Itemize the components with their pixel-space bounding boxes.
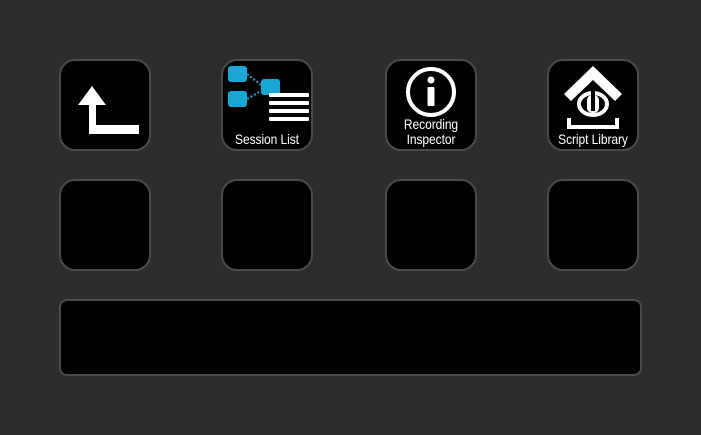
empty-key-2[interactable]: [221, 179, 313, 271]
session-list-label: Session List: [235, 131, 299, 147]
touch-strip[interactable]: [59, 299, 642, 376]
stream-deck-panel: Session List Recording Inspector Script …: [0, 0, 701, 435]
back-button[interactable]: [59, 59, 151, 151]
empty-key-4[interactable]: [547, 179, 639, 271]
session-list-button[interactable]: Session List: [221, 59, 313, 151]
empty-key-1[interactable]: [59, 179, 151, 271]
empty-key-3[interactable]: [385, 179, 477, 271]
script-library-button[interactable]: Script Library: [547, 59, 639, 151]
back-arrow-icon: [78, 86, 139, 134]
recording-inspector-button[interactable]: Recording Inspector: [385, 59, 477, 151]
script-library-label: Script Library: [558, 131, 628, 147]
recording-inspector-label: Recording Inspector: [403, 116, 459, 147]
